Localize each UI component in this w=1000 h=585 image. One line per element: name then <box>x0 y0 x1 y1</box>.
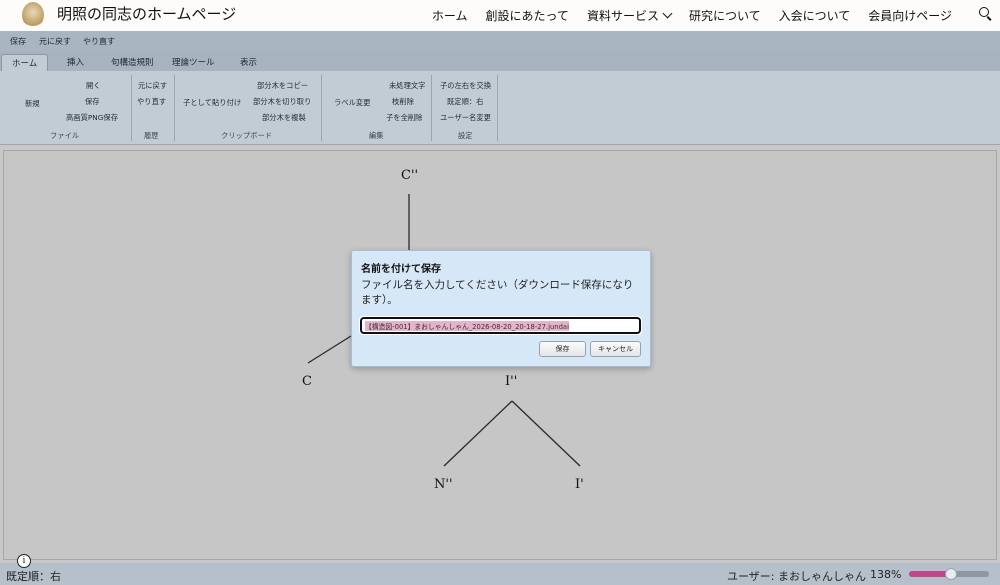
tree-node-npp[interactable]: N'' <box>434 477 453 492</box>
rename-label-button[interactable]: ラベル変更 <box>334 98 370 108</box>
tab-home[interactable]: ホーム <box>1 54 49 71</box>
chevron-down-icon <box>662 8 673 19</box>
group-label-edit: 編集 <box>369 131 384 140</box>
duplicate-subtree-button[interactable]: 部分木を複製 <box>262 113 306 123</box>
tree-node-cpp[interactable]: C'' <box>401 168 418 183</box>
tree-node-ip[interactable]: I' <box>575 477 584 492</box>
status-zoom: 138% <box>870 568 902 581</box>
change-username-button[interactable]: ユーザー名変更 <box>440 113 491 123</box>
nav-resources-label: 資料サービス <box>586 9 659 23</box>
ribbon-divider <box>174 75 175 141</box>
dialog-message: ファイル名を入力してください（ダウンロード保存になります）。 <box>361 279 634 306</box>
group-label-file: ファイル <box>50 131 80 140</box>
raw-text-button[interactable]: 未処理文字 <box>389 81 425 91</box>
nav-join[interactable]: 入会について <box>779 7 851 24</box>
cut-subtree-button[interactable]: 部分木を切り取り <box>253 97 311 107</box>
status-bar: 既定順：右 ユーザー: まおしゃんしゃん 138% <box>0 563 1000 585</box>
site-logo[interactable] <box>22 2 44 28</box>
tree-node-ipp[interactable]: I'' <box>505 374 517 389</box>
dialog-cancel-button[interactable]: キャンセル <box>590 341 641 357</box>
ribbon-divider <box>321 75 322 141</box>
save-button[interactable]: 保存 <box>85 97 100 107</box>
delete-branch-button[interactable]: 枝削除 <box>392 97 414 107</box>
site-title[interactable]: 明照の同志のホームページ <box>57 3 236 24</box>
tab-phrase-rules[interactable]: 句構造規則 <box>111 56 154 68</box>
status-user: ユーザー: まおしゃんしゃん <box>727 570 866 583</box>
ribbon-divider <box>131 75 132 141</box>
filename-input[interactable] <box>359 316 642 335</box>
tree-edge <box>511 400 581 467</box>
group-label-history: 履歴 <box>144 131 159 140</box>
delete-children-button[interactable]: 子を全削除 <box>386 113 422 123</box>
quick-save-button[interactable]: 保存 <box>10 36 26 47</box>
nav-research[interactable]: 研究について <box>689 7 761 24</box>
tab-theory-tools[interactable]: 理論ツール <box>172 56 215 68</box>
open-button[interactable]: 開く <box>86 81 101 91</box>
undo-button[interactable]: 元に戻す <box>138 81 167 91</box>
new-button[interactable]: 新規 <box>25 99 40 109</box>
quick-undo-button[interactable]: 元に戻す <box>39 36 71 47</box>
nav-resources[interactable]: 資料サービス <box>586 7 673 24</box>
tab-insert[interactable]: 挿入 <box>67 56 84 68</box>
ribbon-divider <box>431 75 432 141</box>
swap-children-button[interactable]: 子の左右を交換 <box>440 81 491 91</box>
dialog-save-button[interactable]: 保存 <box>539 341 586 357</box>
group-label-clipboard: クリップボード <box>221 131 273 140</box>
site-header: 明照の同志のホームページ ホーム 創設にあたって 資料サービス 研究について 入… <box>0 0 1000 31</box>
paste-as-child-button[interactable]: 子として貼り付け <box>183 98 241 108</box>
nav-members[interactable]: 会員向けページ <box>868 7 952 24</box>
zoom-slider[interactable] <box>909 568 989 580</box>
save-png-button[interactable]: 高画質PNG保存 <box>66 113 118 123</box>
redo-button[interactable]: やり直す <box>137 97 166 107</box>
ribbon-tabs: ホーム 挿入 句構造規則 理論ツール 表示 <box>0 51 1000 71</box>
status-order: 既定順：右 <box>6 570 61 583</box>
ribbon-panel: 新規 開く 保存 高画質PNG保存 ファイル 元に戻す やり直す 履歴 子として… <box>0 71 1000 145</box>
copy-subtree-button[interactable]: 部分木をコピー <box>257 81 308 91</box>
head-order-button[interactable]: 既定順：右 <box>447 97 483 107</box>
dialog-title: 名前を付けて保存 <box>361 264 441 275</box>
tree-node-c[interactable]: C <box>302 374 312 389</box>
tab-view[interactable]: 表示 <box>240 56 257 68</box>
save-as-dialog: 名前を付けて保存 ファイル名を入力してください（ダウンロード保存になります）。 … <box>351 250 651 367</box>
site-nav: ホーム 創設にあたって 資料サービス 研究について 入会について 会員向けページ <box>414 0 952 31</box>
group-label-settings: 設定 <box>458 131 473 140</box>
ribbon-divider <box>497 75 498 141</box>
search-icon[interactable] <box>979 7 991 19</box>
nav-founding[interactable]: 創設にあたって <box>486 7 569 24</box>
tree-edge <box>443 400 513 467</box>
quick-access-bar: 保存 元に戻す やり直す <box>0 31 1000 51</box>
info-icon[interactable]: i <box>17 554 31 568</box>
nav-home[interactable]: ホーム <box>432 7 468 24</box>
quick-redo-button[interactable]: やり直す <box>83 36 115 47</box>
tree-edge <box>307 335 352 364</box>
